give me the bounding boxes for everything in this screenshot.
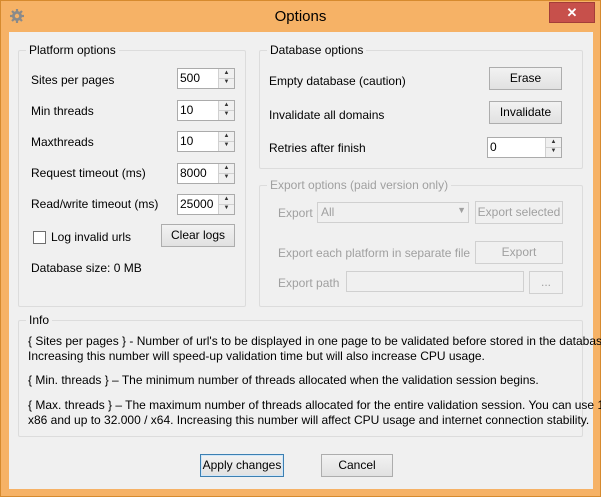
database-options-group: Database options Empty database (caution… xyxy=(259,43,583,169)
invalidate-button[interactable]: Invalidate xyxy=(489,101,562,124)
database-size-text: Database size: 0 MB xyxy=(31,261,142,275)
client-area: Platform options Sites per pages 500 ▲ ▼ … xyxy=(9,32,601,489)
export-each-platform-label: Export each platform in separate file xyxy=(278,246,471,260)
info-line-2: Increasing this number will speed-up val… xyxy=(28,349,485,363)
read-write-timeout-label: Read/write timeout (ms) xyxy=(31,197,159,211)
info-line-4: { Max. threads } – The maximum number of… xyxy=(28,398,601,412)
request-timeout-label: Request timeout (ms) xyxy=(31,166,146,180)
spin-down-icon[interactable]: ▼ xyxy=(219,173,234,182)
spin-down-icon[interactable]: ▼ xyxy=(219,204,234,213)
info-group: Info { Sites per pages } - Number of url… xyxy=(18,313,601,437)
retries-label: Retries after finish xyxy=(269,141,366,155)
retries-input[interactable]: 0 ▲ ▼ xyxy=(487,137,562,158)
spin-down-icon[interactable]: ▼ xyxy=(219,141,234,150)
log-invalid-urls-label[interactable]: Log invalid urls xyxy=(51,230,131,244)
sites-per-pages-spinner[interactable]: ▲ ▼ xyxy=(218,69,234,88)
info-line-3: { Min. threads } – The minimum number of… xyxy=(28,373,539,387)
empty-database-label: Empty database (caution) xyxy=(269,74,406,88)
export-path-input[interactable] xyxy=(346,271,524,292)
erase-button[interactable]: Erase xyxy=(489,67,562,90)
close-icon: ✕ xyxy=(566,4,578,20)
platform-options-legend: Platform options xyxy=(26,43,119,57)
info-line-1: { Sites per pages } - Number of url's to… xyxy=(28,334,601,348)
title-bar[interactable]: Options ✕ xyxy=(1,1,600,32)
spin-down-icon[interactable]: ▼ xyxy=(546,147,561,156)
export-options-legend: Export options (paid version only) xyxy=(267,178,452,192)
sites-per-pages-label: Sites per pages xyxy=(31,73,115,87)
export-selected-button[interactable]: Export selected xyxy=(475,201,563,224)
read-write-timeout-spinner[interactable]: ▲ ▼ xyxy=(218,195,234,214)
min-threads-label: Min threads xyxy=(31,104,94,118)
spin-down-icon[interactable]: ▼ xyxy=(219,110,234,119)
info-line-5: x86 and up to 32.000 / x64. Increasing t… xyxy=(28,413,590,427)
max-threads-input[interactable]: 10 ▲ ▼ xyxy=(177,131,235,152)
cancel-button[interactable]: Cancel xyxy=(321,454,393,477)
request-timeout-input[interactable]: 8000 ▲ ▼ xyxy=(177,163,235,184)
browse-button[interactable]: ... xyxy=(529,271,563,294)
database-options-legend: Database options xyxy=(267,43,367,57)
read-write-timeout-input[interactable]: 25000 ▲ ▼ xyxy=(177,194,235,215)
clear-logs-button[interactable]: Clear logs xyxy=(161,224,235,247)
apply-changes-button[interactable]: Apply changes xyxy=(200,454,284,477)
sites-per-pages-input[interactable]: 500 ▲ ▼ xyxy=(177,68,235,89)
options-window: Options ✕ Platform options Sites per pag… xyxy=(0,0,601,497)
min-threads-spinner[interactable]: ▲ ▼ xyxy=(218,101,234,120)
export-label: Export xyxy=(278,206,313,220)
invalidate-all-label: Invalidate all domains xyxy=(269,108,385,122)
export-select[interactable]: All ▼ xyxy=(317,202,469,223)
platform-options-group: Platform options Sites per pages 500 ▲ ▼ … xyxy=(18,43,246,307)
close-button[interactable]: ✕ xyxy=(549,2,595,23)
chevron-down-icon: ▼ xyxy=(457,205,466,215)
export-path-label: Export path xyxy=(278,276,340,290)
max-threads-spinner[interactable]: ▲ ▼ xyxy=(218,132,234,151)
export-button[interactable]: Export xyxy=(475,241,563,264)
retries-spinner[interactable]: ▲ ▼ xyxy=(545,138,561,157)
export-options-group: Export options (paid version only) Expor… xyxy=(259,178,583,307)
min-threads-input[interactable]: 10 ▲ ▼ xyxy=(177,100,235,121)
info-legend: Info xyxy=(26,313,53,327)
log-invalid-urls-checkbox[interactable] xyxy=(33,231,46,244)
max-threads-label: Maxthreads xyxy=(31,135,94,149)
spin-down-icon[interactable]: ▼ xyxy=(219,78,234,87)
window-title: Options xyxy=(274,8,327,25)
request-timeout-spinner[interactable]: ▲ ▼ xyxy=(218,164,234,183)
